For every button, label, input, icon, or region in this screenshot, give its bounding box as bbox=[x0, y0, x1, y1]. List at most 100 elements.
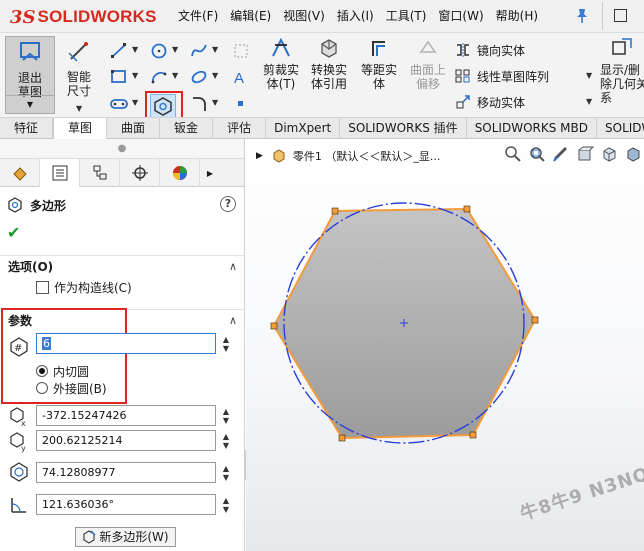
tab-evaluate[interactable]: 评估 bbox=[213, 118, 267, 139]
tab-surfaces[interactable]: 曲面 bbox=[107, 118, 161, 139]
exit-sketch-dropdown-icon[interactable]: ▼ bbox=[6, 95, 54, 113]
offset-entities-button[interactable]: 等距实体 bbox=[356, 36, 402, 91]
trim-entities-button[interactable]: 剪裁实体(T) bbox=[258, 36, 304, 91]
vertex-handle[interactable] bbox=[338, 434, 346, 442]
spline-dropdown-icon[interactable]: ▼ bbox=[212, 45, 218, 54]
exit-sketch-button[interactable]: 退出草图 ▼ bbox=[5, 36, 55, 114]
line-tool-icon[interactable] bbox=[110, 42, 128, 60]
sides-value: 6 bbox=[42, 337, 51, 350]
menu-help[interactable]: 帮助(H) bbox=[496, 0, 538, 33]
tab-solidworks-more[interactable]: SOLIDWORKS bbox=[597, 118, 644, 139]
help-icon[interactable]: ? bbox=[220, 196, 236, 212]
mirror-label: 镜向实体 bbox=[477, 43, 526, 58]
line-dropdown-icon[interactable]: ▼ bbox=[132, 45, 138, 54]
menu-view[interactable]: 视图(V) bbox=[283, 0, 325, 33]
tab-mbd[interactable]: SOLIDWORKS MBD bbox=[467, 118, 597, 139]
options-collapse-icon[interactable]: ∧ bbox=[229, 256, 237, 278]
ok-check-icon[interactable]: ✔ bbox=[7, 223, 20, 242]
new-polygon-button[interactable]: 新多边形(W) bbox=[75, 527, 176, 547]
arc-dropdown-icon[interactable]: ▼ bbox=[172, 71, 178, 80]
manager-tabs: ▶ bbox=[0, 159, 244, 187]
center-y-spinner[interactable]: ▲ ▼ bbox=[220, 432, 232, 453]
convert-entities-icon bbox=[321, 39, 337, 58]
offset-on-surface-button[interactable]: 曲面上偏移 bbox=[406, 36, 450, 91]
slot-dropdown-icon[interactable]: ▼ bbox=[132, 98, 138, 107]
panel-collapse-handle[interactable]: ● bbox=[0, 139, 244, 159]
spline-tool-icon[interactable] bbox=[190, 42, 208, 60]
point-tool-icon[interactable] bbox=[232, 95, 250, 113]
ellipse-dropdown-icon[interactable]: ▼ bbox=[212, 71, 218, 80]
plane-tool-icon[interactable] bbox=[232, 42, 250, 60]
rectangle-dropdown-icon[interactable]: ▼ bbox=[132, 71, 138, 80]
center-x-spinner[interactable]: ▲ ▼ bbox=[220, 407, 232, 428]
circumscribed-radio[interactable] bbox=[36, 382, 48, 394]
smart-dim-dropdown-icon[interactable]: ▼ bbox=[76, 102, 82, 116]
linear-pattern-button[interactable]: 线性草图阵列 bbox=[455, 67, 549, 85]
tab-sheet-metal[interactable]: 钣金 bbox=[160, 118, 214, 139]
menu-window[interactable]: 窗口(W) bbox=[438, 0, 483, 33]
polygon-icon bbox=[154, 97, 172, 116]
sides-spinner[interactable]: ▲ ▼ bbox=[220, 335, 232, 356]
graphics-area[interactable]: ▶ 零件1 （默认＜＜默认＞_显... 牛8牛9 N3NQ.NET bbox=[246, 139, 644, 551]
tab-sketch[interactable]: 草图 bbox=[53, 118, 108, 139]
options-section-header[interactable]: 选项(O) ∧ bbox=[0, 255, 245, 277]
pattern-dropdown-icon[interactable]: ▼ bbox=[586, 71, 592, 80]
parameters-collapse-icon[interactable]: ∧ bbox=[229, 310, 237, 332]
feature-manager-tab[interactable] bbox=[0, 159, 40, 187]
panel-title: 多边形 bbox=[6, 195, 66, 215]
pin-icon[interactable] bbox=[575, 8, 589, 24]
convert-entities-button[interactable]: 转换实体引用 bbox=[306, 36, 352, 91]
vertex-handle[interactable] bbox=[469, 431, 477, 439]
crosshair-icon bbox=[131, 165, 148, 181]
svg-text:y: y bbox=[21, 444, 26, 453]
angle-input[interactable]: 121.636036° bbox=[36, 494, 216, 515]
sides-input[interactable]: 6 bbox=[36, 333, 216, 354]
display-delete-relations-button[interactable]: 显示/删除几何关系 bbox=[600, 36, 644, 105]
display-manager-tab[interactable] bbox=[160, 159, 200, 187]
circle-dropdown-icon[interactable]: ▼ bbox=[172, 45, 178, 54]
menu-tools[interactable]: 工具(T) bbox=[386, 0, 427, 33]
command-manager: 退出草图 ▼ 智能尺寸 ▼ ▼ ▼ ▼ ▼ ▼ ▼ ▼ ▼ A 剪裁实体(T) … bbox=[0, 33, 644, 125]
arc-tool-icon[interactable] bbox=[150, 68, 168, 86]
vertex-handle[interactable] bbox=[331, 207, 339, 215]
angle-spinner[interactable]: ▲ ▼ bbox=[220, 496, 232, 517]
configuration-manager-tab[interactable] bbox=[80, 159, 120, 187]
tab-features[interactable]: 特征 bbox=[0, 118, 54, 139]
trim-label: 剪裁实体(T) bbox=[262, 63, 299, 91]
dimxpert-manager-tab[interactable] bbox=[120, 159, 160, 187]
tab-addins[interactable]: SOLIDWORKS 插件 bbox=[340, 118, 467, 139]
property-manager-tab[interactable] bbox=[40, 159, 80, 187]
vertex-handle[interactable] bbox=[270, 322, 278, 330]
ellipse-tool-icon[interactable] bbox=[190, 68, 208, 86]
fillet-dropdown-icon[interactable]: ▼ bbox=[212, 98, 218, 107]
vertex-handle[interactable] bbox=[463, 205, 471, 213]
title-separator bbox=[602, 2, 603, 30]
move-dropdown-icon[interactable]: ▼ bbox=[586, 97, 592, 106]
diameter-input[interactable]: 74.12808977 bbox=[36, 462, 216, 483]
menu-bar: 文件(F) 编辑(E) 视图(V) 插入(I) 工具(T) 窗口(W) 帮助(H… bbox=[178, 0, 550, 33]
vertex-handle[interactable] bbox=[531, 316, 539, 324]
inscribed-radio[interactable] bbox=[36, 365, 48, 377]
window-restore-icon[interactable] bbox=[614, 9, 627, 22]
angle-icon bbox=[11, 498, 26, 513]
tab-dimxpert[interactable]: DimXpert bbox=[266, 118, 341, 139]
menu-insert[interactable]: 插入(I) bbox=[337, 0, 374, 33]
slot-tool-icon[interactable] bbox=[110, 95, 128, 113]
diameter-spinner[interactable]: ▲ ▼ bbox=[220, 464, 232, 485]
center-x-input[interactable]: -372.15247426 bbox=[36, 405, 216, 426]
move-entities-button[interactable]: 移动实体 bbox=[455, 93, 525, 111]
polygon-tool-button[interactable] bbox=[150, 94, 176, 119]
center-y-input[interactable]: 200.62125214 bbox=[36, 430, 216, 451]
text-tool-icon[interactable]: A bbox=[232, 68, 250, 87]
smart-dimension-button[interactable]: 智能尺寸 ▼ bbox=[56, 36, 102, 114]
manager-tabs-scroll[interactable]: ▶ bbox=[200, 159, 220, 187]
rectangle-tool-icon[interactable] bbox=[110, 68, 128, 86]
mirror-entities-button[interactable]: 镜向实体 bbox=[455, 41, 525, 59]
construction-label: 作为构造线(C) bbox=[54, 281, 132, 295]
circle-tool-icon[interactable] bbox=[150, 42, 168, 60]
solidworks-logo[interactable]: 3S SOLIDWORKS bbox=[10, 6, 157, 28]
fillet-tool-icon[interactable] bbox=[190, 95, 208, 113]
construction-checkbox[interactable] bbox=[36, 281, 49, 294]
menu-edit[interactable]: 编辑(E) bbox=[230, 0, 271, 33]
menu-file[interactable]: 文件(F) bbox=[178, 0, 218, 33]
